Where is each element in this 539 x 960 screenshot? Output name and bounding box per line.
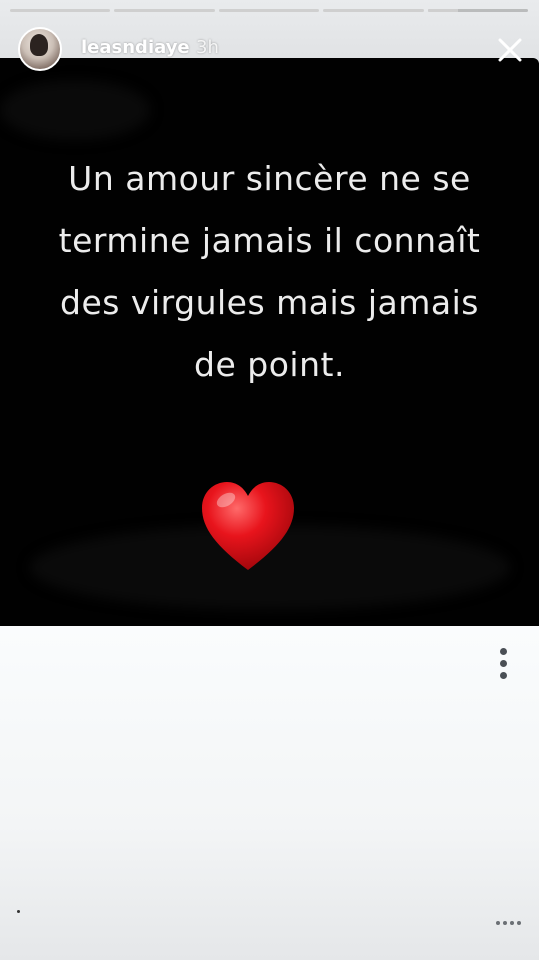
progress-fill (10, 9, 111, 12)
story-timestamp: 3h (196, 37, 219, 58)
story-progress-bar (10, 9, 529, 12)
close-button[interactable] (494, 34, 526, 66)
speck (17, 910, 20, 913)
progress-segment (427, 9, 529, 12)
close-icon (498, 38, 522, 62)
ellipsis-icon[interactable] (496, 921, 521, 925)
more-options-button[interactable] (490, 646, 516, 682)
avatar-portrait (30, 34, 48, 56)
heart-emoji (202, 482, 294, 570)
progress-fill (218, 9, 320, 12)
progress-segment (10, 9, 111, 12)
progress-fill (427, 9, 458, 12)
story-blank-area (0, 626, 539, 960)
progress-segment (218, 9, 320, 12)
progress-fill (114, 9, 215, 12)
avatar[interactable] (18, 27, 62, 71)
story-quote-text: Un amour sincère ne se termine jamais il… (58, 159, 481, 384)
story-viewer[interactable]: leasndiaye 3h Un amour sincère ne se ter… (0, 0, 539, 960)
progress-segment (114, 9, 215, 12)
progress-segment (323, 9, 424, 12)
progress-fill (323, 9, 424, 12)
username[interactable]: leasndiaye (81, 37, 190, 58)
background-smudge (0, 80, 150, 140)
